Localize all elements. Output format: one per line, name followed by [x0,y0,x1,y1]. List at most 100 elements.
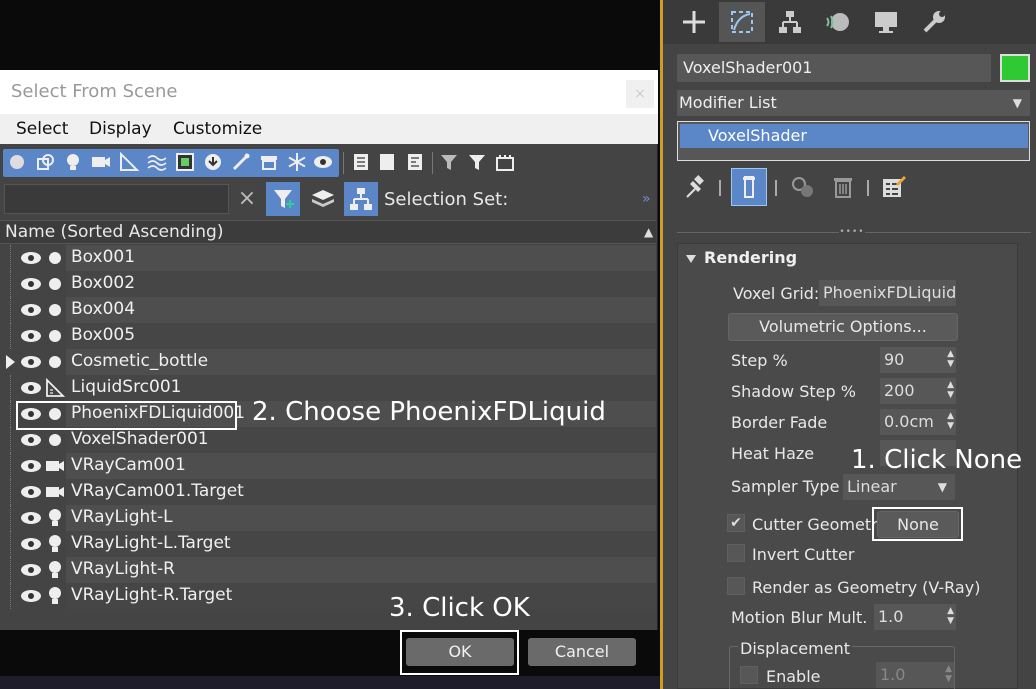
bone-filter-icon[interactable] [228,149,254,175]
list-item[interactable]: VRayLight-R.Target [0,583,656,609]
visibility-eye-icon[interactable] [20,588,42,604]
layer-filter-icon[interactable] [492,149,518,175]
expand-arrow-icon[interactable] [6,355,15,369]
list-item[interactable]: Cosmetic_bottle [0,349,656,375]
pin-stack-icon[interactable] [677,168,713,206]
column-header-name[interactable]: Name (Sorted Ascending) [5,222,223,242]
modify-tab-icon[interactable] [719,2,765,42]
spacewarp-filter-icon[interactable] [144,149,170,175]
cancel-button[interactable]: Cancel [528,638,636,666]
light-filter-icon[interactable] [60,149,86,175]
menu-bar: Select Display Customize [0,114,658,144]
visibility-eye-icon[interactable] [20,484,42,500]
visibility-eye-icon[interactable] [20,458,42,474]
panel-grip[interactable]: •••• [839,228,865,237]
list-item[interactable]: VRayLight-L [0,505,656,531]
remove-modifier-icon[interactable] [825,168,861,206]
frozen-filter-icon[interactable] [284,149,310,175]
border-fade-spinner[interactable]: 0.0cm ▲ ▼ [880,409,956,435]
hierarchy-tab-icon[interactable] [767,2,813,42]
shape-filter-icon[interactable] [32,149,58,175]
chevron-down-icon [686,254,696,263]
more-chevron-icon[interactable]: » [642,191,651,207]
close-icon[interactable]: × [626,80,654,108]
helper-filter-icon[interactable] [116,149,142,175]
step-spinner[interactable]: 90 ▲ ▼ [880,347,956,373]
list-item[interactable]: Box002 [0,271,656,297]
visibility-eye-icon[interactable] [20,328,42,344]
search-input[interactable] [4,184,229,214]
separator [719,180,721,196]
modifier-stack-item[interactable]: VoxelShader [680,124,1028,148]
modifier-list-dropdown[interactable]: Modifier List ▼ [677,90,1030,116]
menu-display[interactable]: Display [89,119,152,139]
find-filter-icon[interactable] [266,182,300,216]
shadow-step-spinner[interactable]: 200 ▲ ▼ [880,378,956,404]
display-tab-icon[interactable] [863,2,909,42]
visibility-eye-icon[interactable] [20,380,42,396]
show-end-result-icon[interactable] [731,168,767,206]
list-item[interactable]: Box001 [0,245,656,271]
clear-search-icon[interactable]: × [234,186,260,212]
group-filter-icon[interactable] [172,149,198,175]
hierarchy-icon[interactable] [344,182,378,216]
menu-customize[interactable]: Customize [173,119,262,139]
modifier-stack-toolbar [663,166,1036,210]
rendering-rollout-header[interactable]: Rendering [686,248,797,267]
visibility-eye-icon[interactable] [20,536,42,552]
display-children-icon[interactable] [348,149,374,175]
visibility-eye-icon[interactable] [20,354,42,370]
light-icon [44,533,66,555]
list-item[interactable]: VRayCam001.Target [0,479,656,505]
spinner-arrows-icon[interactable]: ▲ ▼ [947,349,954,369]
xref-filter-icon[interactable] [200,149,226,175]
visibility-eye-icon[interactable] [20,250,42,266]
object-color-swatch[interactable] [1000,54,1030,82]
spinner-arrows-icon[interactable]: ▲ ▼ [947,380,954,400]
spinner-arrows-icon[interactable]: ▲ ▼ [947,606,954,626]
visibility-eye-icon[interactable] [20,510,42,526]
spinner-arrows-icon[interactable]: ▲ ▼ [947,411,954,431]
make-unique-icon[interactable] [785,168,821,206]
command-panel-tabs [663,0,1036,44]
list-item[interactable]: VRayCam001 [0,453,656,479]
list-header[interactable]: Name (Sorted Ascending) ▲ [0,220,656,244]
displacement-amount-spinner[interactable]: 1.0 ▲ ▼ [876,662,954,688]
motion-tab-icon[interactable] [815,2,861,42]
filter-icon[interactable] [464,149,490,175]
display-dependents-icon[interactable] [402,149,428,175]
list-item[interactable]: Box005 [0,323,656,349]
volumetric-options-button[interactable]: Volumetric Options... [728,313,958,341]
visibility-eye-icon[interactable] [20,276,42,292]
list-item[interactable]: Box004 [0,297,656,323]
spinner-arrows-icon[interactable]: ▲ ▼ [945,664,952,684]
geometry-filter-icon[interactable] [4,149,30,175]
displacement-enable-checkbox[interactable] [740,666,758,684]
object-name-field[interactable]: VoxelShader001 [677,54,991,82]
container-filter-icon[interactable] [256,149,282,175]
filter-off-icon[interactable] [436,149,462,175]
utilities-tab-icon[interactable] [911,2,957,42]
configure-sets-icon[interactable] [875,168,911,206]
list-item-label: Box002 [71,273,136,293]
motion-blur-spinner[interactable]: 1.0 ▲ ▼ [874,604,956,630]
menu-select[interactable]: Select [16,119,68,139]
voxel-grid-field[interactable]: PhoenixFDLiquid00 [819,280,956,306]
hidden-filter-icon[interactable] [310,149,336,175]
visibility-eye-icon[interactable] [20,432,42,448]
layers-icon[interactable] [306,182,340,216]
cutter-geometry-checkbox[interactable]: ✔ [727,514,745,532]
list-item[interactable]: VRayLight-R [0,557,656,583]
render-as-geometry-checkbox[interactable] [727,577,745,595]
visibility-eye-icon[interactable] [20,562,42,578]
list-item[interactable]: VRayLight-L.Target [0,531,656,557]
sampler-type-dropdown[interactable]: Linear ▼ [843,474,955,500]
create-tab-icon[interactable] [671,2,717,42]
tree-line [10,479,11,505]
display-all-icon[interactable] [374,149,400,175]
invert-cutter-checkbox[interactable] [727,544,745,562]
dialog-titlebar[interactable]: Select From Scene × [0,70,658,114]
list-item[interactable]: VoxelShader001 [0,427,656,453]
visibility-eye-icon[interactable] [20,302,42,318]
camera-filter-icon[interactable] [88,149,114,175]
